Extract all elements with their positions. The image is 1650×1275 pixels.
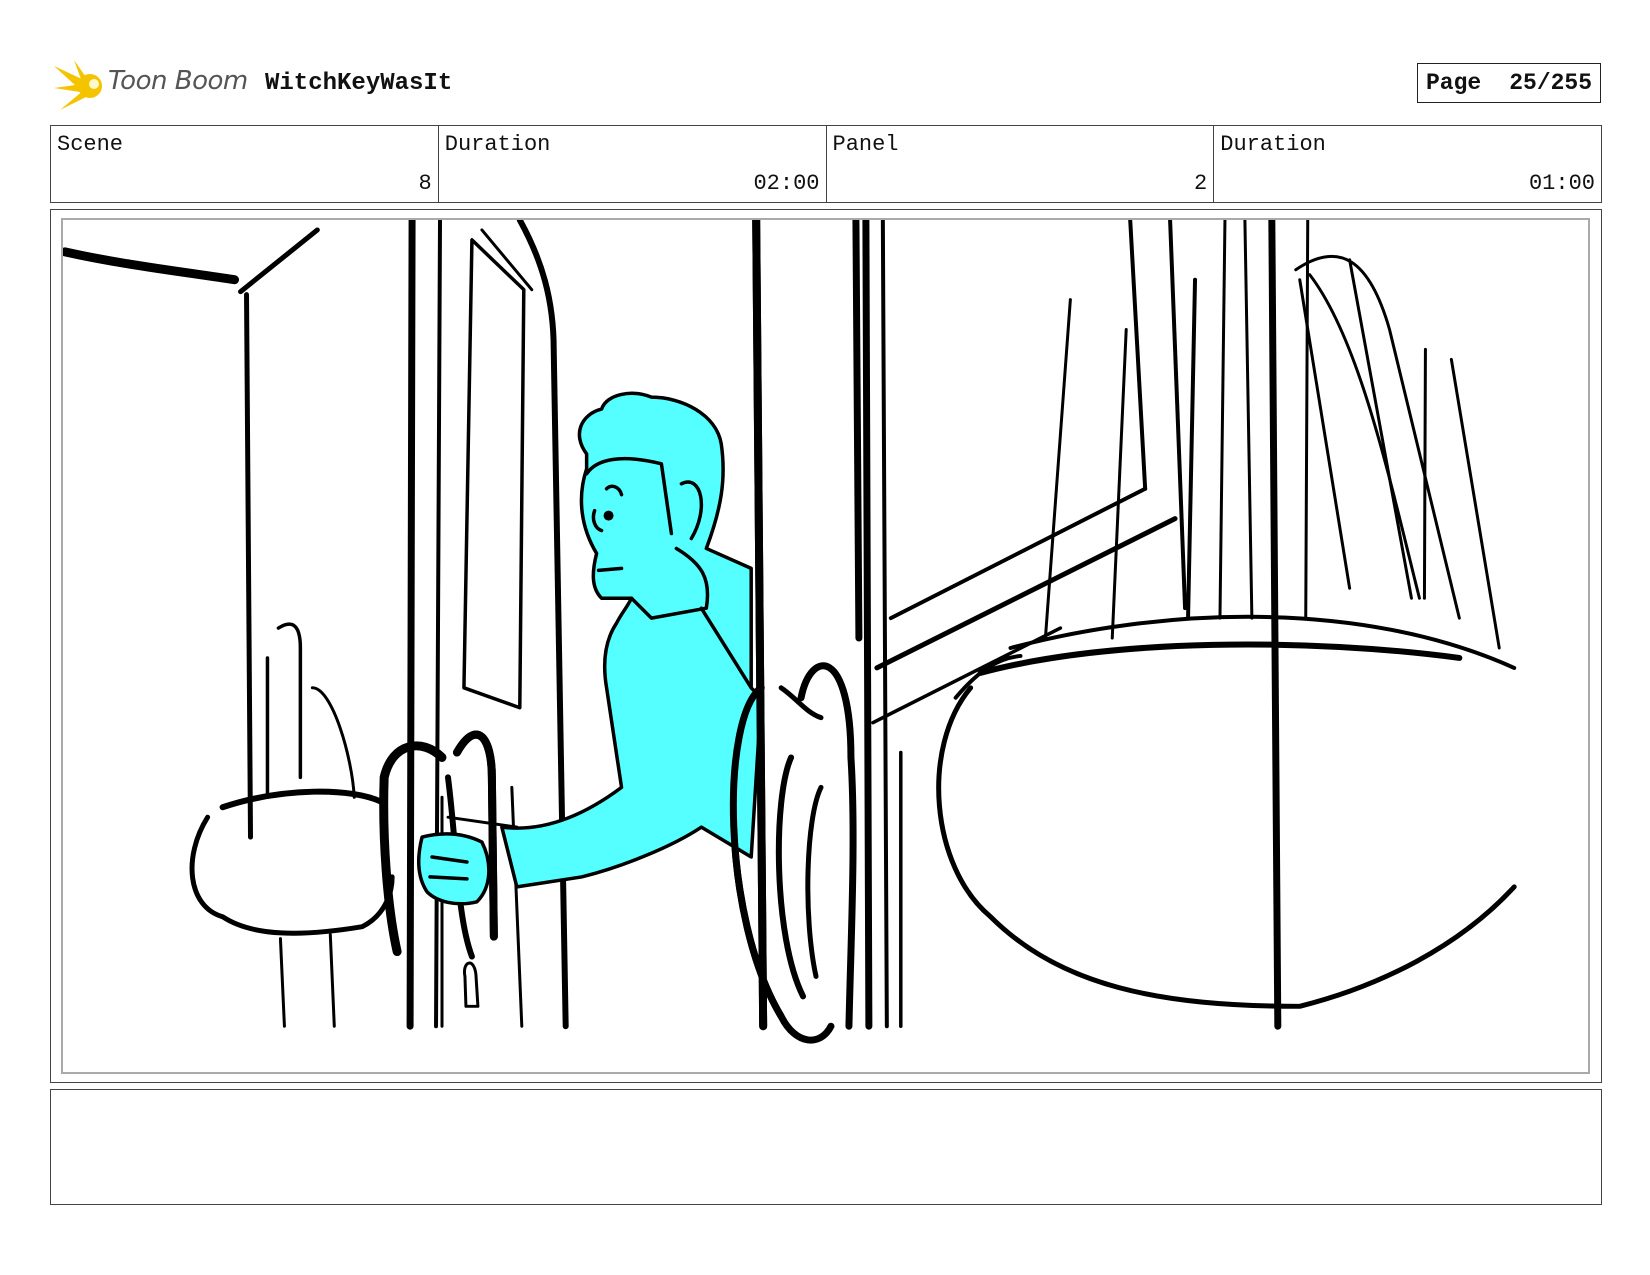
panel-duration-cell: Duration 01:00 bbox=[1214, 126, 1601, 202]
scene-value: 8 bbox=[418, 171, 432, 196]
storyboard-sketch bbox=[63, 220, 1517, 1044]
scene-label: Scene bbox=[57, 132, 124, 157]
scene-duration-value: 02:00 bbox=[753, 171, 820, 196]
page-label: Page bbox=[1426, 70, 1482, 96]
project-title: WitchKeyWasIt bbox=[265, 70, 453, 97]
scene-duration-label: Duration bbox=[444, 132, 551, 157]
panel-drawing-area bbox=[61, 218, 1590, 1074]
panel-value: 2 bbox=[1194, 171, 1208, 196]
panel-duration-label: Duration bbox=[1220, 132, 1326, 157]
brand-name: Toon Boom bbox=[108, 66, 248, 96]
info-row: Scene 8 Duration 02:00 Panel 2 Duration … bbox=[50, 125, 1602, 203]
page-indicator: Page 25/255 bbox=[1417, 63, 1601, 103]
panel-cell: Panel 2 bbox=[827, 126, 1215, 202]
panel-duration-value: 01:00 bbox=[1528, 171, 1595, 196]
scene-duration-cell: Duration 02:00 bbox=[439, 126, 827, 202]
page-value: 25/255 bbox=[1509, 70, 1593, 96]
panel-notes bbox=[50, 1089, 1602, 1205]
panel-label: Panel bbox=[832, 132, 899, 157]
storyboard-panel bbox=[50, 209, 1602, 1083]
scene-cell: Scene 8 bbox=[51, 126, 439, 202]
